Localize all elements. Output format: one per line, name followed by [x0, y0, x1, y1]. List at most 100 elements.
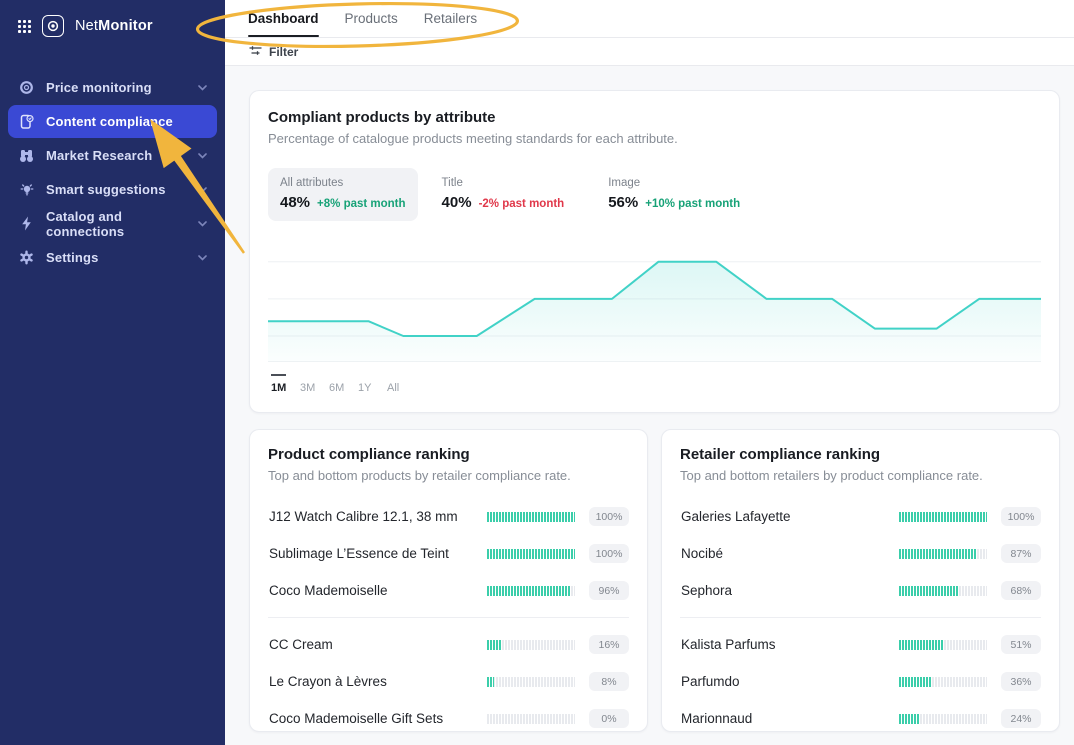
stat-label: Image [608, 177, 740, 189]
table-row[interactable]: Parfumdo 36% [680, 663, 1041, 700]
range-selector: 1M 3M 6M 1Y All [268, 374, 1041, 394]
sidebar-item-content-compliance[interactable]: Content compliance [8, 105, 217, 138]
tab-dashboard[interactable]: Dashboard [248, 0, 319, 37]
compliance-bar [899, 677, 987, 687]
netmonitor-logo-icon [42, 15, 64, 37]
table-row[interactable]: CC Cream 16% [268, 626, 629, 663]
divider [680, 617, 1041, 618]
retailer-name: Sephora [680, 583, 899, 598]
retailer-name: Kalista Parfums [680, 637, 899, 652]
sidebar-item-smart-suggestions[interactable]: Smart suggestions [8, 173, 217, 206]
compliance-chart [268, 247, 1041, 362]
table-row[interactable]: Sublimage L’Essence de Teint 100% [268, 535, 629, 572]
tab-label: Dashboard [248, 11, 319, 26]
sidebar-item-catalog-connections[interactable]: Catalog and connections [8, 207, 217, 240]
pct-badge: 8% [589, 672, 629, 691]
pct-badge: 51% [1001, 635, 1041, 654]
table-row[interactable]: Galeries Lafayette 100% [680, 498, 1041, 535]
stat-all-attributes[interactable]: All attributes 48%+8% past month [268, 168, 418, 221]
sidebar-item-label: Catalog and connections [46, 209, 187, 239]
table-row[interactable]: Nocibé 87% [680, 535, 1041, 572]
range-6m[interactable]: 6M [329, 374, 345, 394]
card-subtitle: Top and bottom products by retailer comp… [268, 468, 629, 483]
sidebar: NetMonitor Price monitoring Content comp… [0, 0, 225, 745]
range-1y[interactable]: 1Y [358, 374, 374, 394]
range-3m[interactable]: 3M [300, 374, 316, 394]
stat-value: 40% [442, 194, 472, 211]
sidebar-item-label: Settings [46, 250, 98, 265]
stat-value: 48% [280, 194, 310, 211]
card-title: Retailer compliance ranking [680, 446, 1041, 463]
compliance-bar [899, 586, 987, 596]
tab-retailers[interactable]: Retailers [424, 0, 477, 37]
pct-badge: 100% [1001, 507, 1041, 526]
compliance-bar [899, 549, 987, 559]
product-name: J12 Watch Calibre 12.1, 38 mm [268, 509, 487, 524]
table-row[interactable]: Kalista Parfums 51% [680, 626, 1041, 663]
pct-badge: 0% [589, 709, 629, 728]
product-name: Le Crayon à Lèvres [268, 674, 487, 689]
sidebar-item-settings[interactable]: Settings [8, 241, 217, 274]
product-name: Sublimage L’Essence de Teint [268, 546, 487, 561]
pct-badge: 68% [1001, 581, 1041, 600]
brand-name: NetMonitor [75, 18, 153, 34]
sidebar-item-label: Content compliance [46, 114, 173, 129]
apps-grid-icon[interactable] [18, 20, 31, 33]
stat-value: 56% [608, 194, 638, 211]
range-all[interactable]: All [387, 374, 403, 394]
stat-label: Title [442, 177, 565, 189]
stat-image[interactable]: Image 56% +10% past month [596, 168, 752, 221]
table-row[interactable]: Marionnaud 24% [680, 700, 1041, 737]
pct-badge: 36% [1001, 672, 1041, 691]
stat-delta: +10% past month [645, 198, 740, 210]
chevron-down-icon [198, 85, 207, 91]
lightbulb-icon [18, 181, 35, 198]
pct-badge: 24% [1001, 709, 1041, 728]
stat-title[interactable]: Title 40% -2% past month [430, 168, 577, 221]
retailer-name: Parfumdo [680, 674, 899, 689]
content: Compliant products by attribute Percenta… [225, 66, 1074, 732]
tab-products[interactable]: Products [345, 0, 398, 37]
retailer-name: Marionnaud [680, 711, 899, 726]
card-subtitle: Top and bottom retailers by product comp… [680, 468, 1041, 483]
stat-delta: -2% past month [479, 198, 565, 210]
chevron-down-icon [198, 187, 207, 193]
compliance-bar [899, 512, 987, 522]
bolt-icon [18, 215, 35, 232]
brand-row: NetMonitor [0, 0, 225, 51]
compliance-bar [487, 677, 575, 687]
divider [268, 617, 629, 618]
sidebar-item-market-research[interactable]: Market Research [8, 139, 217, 172]
tabbar: Dashboard Products Retailers [225, 0, 1074, 38]
tab-label: Retailers [424, 11, 477, 26]
product-name: Coco Mademoiselle Gift Sets [268, 711, 487, 726]
chevron-down-icon [198, 221, 207, 227]
compliance-bar [899, 640, 987, 650]
retailer-name: Nocibé [680, 546, 899, 561]
compliance-bar [899, 714, 987, 724]
table-row[interactable]: Coco Mademoiselle Gift Sets 0% [268, 700, 629, 737]
filter-button[interactable]: Filter [269, 45, 298, 59]
binoculars-icon [18, 147, 35, 164]
compliance-bar [487, 549, 575, 559]
range-1m[interactable]: 1M [271, 374, 287, 394]
filter-icon [249, 43, 262, 61]
sidebar-item-label: Market Research [46, 148, 152, 163]
compliance-bar [487, 586, 575, 596]
sidebar-nav: Price monitoring Content compliance Mark… [0, 71, 225, 274]
compliance-bar [487, 714, 575, 724]
pct-badge: 100% [589, 507, 629, 526]
table-row[interactable]: J12 Watch Calibre 12.1, 38 mm 100% [268, 498, 629, 535]
ranking-cards-row: Product compliance ranking Top and botto… [249, 429, 1060, 732]
filter-bar: Filter [225, 38, 1074, 66]
tab-label: Products [345, 11, 398, 26]
table-row[interactable]: Sephora 68% [680, 572, 1041, 609]
table-row[interactable]: Le Crayon à Lèvres 8% [268, 663, 629, 700]
table-row[interactable]: Coco Mademoiselle 96% [268, 572, 629, 609]
chevron-down-icon [198, 153, 207, 159]
chevron-down-icon [198, 255, 207, 261]
main-area: Dashboard Products Retailers Filter Comp… [225, 0, 1074, 745]
device-check-icon [18, 113, 35, 130]
sidebar-item-price-monitoring[interactable]: Price monitoring [8, 71, 217, 104]
retailer-rank-list: Galeries Lafayette 100% Nocibé 87% Sepho… [680, 498, 1041, 737]
